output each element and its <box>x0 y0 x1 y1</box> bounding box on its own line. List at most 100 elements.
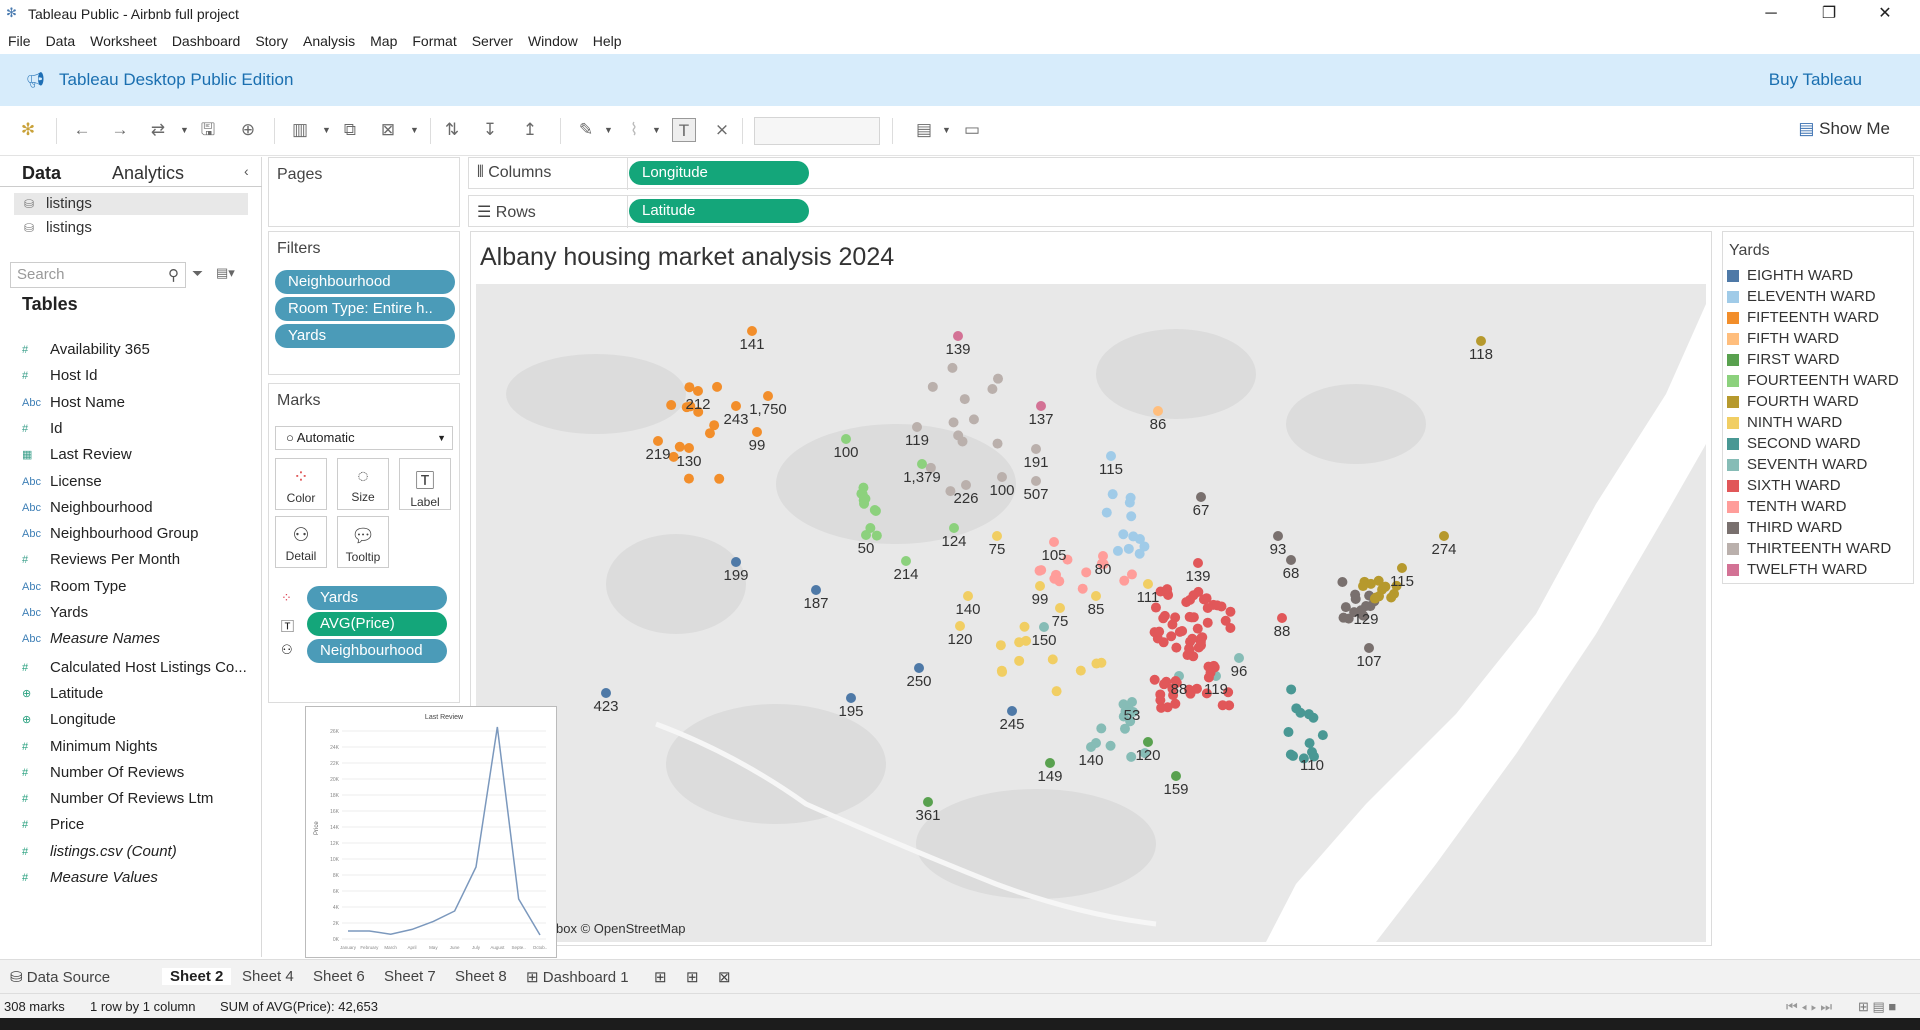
map-point[interactable] <box>1291 703 1302 714</box>
map-point[interactable] <box>912 422 922 432</box>
field-item[interactable]: # Measure Values <box>0 866 262 890</box>
map-point[interactable] <box>1101 507 1112 518</box>
sort-descending-icon[interactable]: ↥ <box>518 118 542 142</box>
map-point[interactable] <box>841 434 851 444</box>
map-point[interactable] <box>1007 706 1017 716</box>
field-item[interactable]: # Calculated Host Listings Co... <box>0 656 262 680</box>
show-me-button[interactable]: ▤ Show Me <box>1798 119 1890 139</box>
map-point[interactable] <box>947 362 958 373</box>
map-point[interactable] <box>1031 444 1041 454</box>
map-point[interactable] <box>1308 712 1319 723</box>
map-point[interactable] <box>1036 401 1046 411</box>
map-point[interactable] <box>957 436 968 447</box>
restore-icon[interactable]: ❐ <box>1806 0 1852 28</box>
collapse-pane-icon[interactable]: ‹ <box>244 163 249 179</box>
field-item[interactable]: # Number Of Reviews <box>0 761 262 785</box>
map-point[interactable] <box>1193 558 1203 568</box>
highlight-icon[interactable]: ✎ <box>574 118 598 142</box>
map-point[interactable] <box>1397 563 1407 573</box>
map-point[interactable] <box>914 663 924 673</box>
map-point[interactable] <box>1205 667 1216 678</box>
field-item[interactable]: # Minimum Nights <box>0 735 262 759</box>
map-point[interactable] <box>1081 567 1092 578</box>
tab-sheet-8[interactable]: Sheet 8 <box>455 968 507 985</box>
swap-rows-columns-icon[interactable]: ⇅ <box>440 118 464 142</box>
legend-item[interactable]: TENTH WARD <box>1727 497 1846 517</box>
tab-analytics[interactable]: Analytics <box>112 163 184 184</box>
map-point[interactable] <box>653 436 663 446</box>
menu-help[interactable]: Help <box>593 33 622 49</box>
marks-pill-neighbourhood[interactable]: Neighbourhood <box>307 639 447 663</box>
map-point[interactable] <box>1096 723 1107 734</box>
map-point[interactable] <box>763 391 773 401</box>
map-point[interactable] <box>1273 531 1283 541</box>
map-point[interactable] <box>1191 683 1202 694</box>
map-point[interactable] <box>1192 623 1203 634</box>
map-point[interactable] <box>1369 593 1380 604</box>
map-point[interactable] <box>1049 537 1059 547</box>
map-point[interactable] <box>1225 606 1236 617</box>
size-button[interactable]: ◌ Size <box>337 458 389 510</box>
menu-window[interactable]: Window <box>528 33 578 49</box>
minimize-icon[interactable]: ─ <box>1748 0 1794 28</box>
map-point[interactable] <box>1047 654 1058 665</box>
tableau-logo-icon[interactable]: ✻ <box>16 118 40 142</box>
tab-data[interactable]: Data <box>22 163 61 184</box>
new-worksheet-tab-icon[interactable]: ⊞ <box>654 968 667 986</box>
map-point[interactable] <box>1340 602 1351 613</box>
map-point[interactable] <box>1105 740 1116 751</box>
map-point[interactable] <box>1153 406 1163 416</box>
map-point[interactable] <box>1220 615 1231 626</box>
map-point[interactable] <box>1162 584 1173 595</box>
filter-fields-icon[interactable]: ⏷ <box>192 265 203 282</box>
map-point[interactable] <box>858 482 869 493</box>
map-point[interactable] <box>1317 730 1328 741</box>
legend-item[interactable]: SIXTH WARD <box>1727 476 1841 496</box>
map-point[interactable] <box>992 531 1002 541</box>
menu-format[interactable]: Format <box>412 33 456 49</box>
map-point[interactable] <box>993 373 1004 384</box>
map-point[interactable] <box>959 394 970 405</box>
map-point[interactable] <box>1386 592 1397 603</box>
map-point[interactable] <box>1039 622 1049 632</box>
tab-sheet-4[interactable]: Sheet 4 <box>242 968 294 985</box>
fit-dropdown[interactable] <box>754 117 880 145</box>
tab-sheet-2[interactable]: Sheet 2 <box>162 968 232 985</box>
map-point[interactable] <box>712 381 723 392</box>
fix-axes-icon[interactable]: ⨯ <box>710 118 734 142</box>
tooltip-button[interactable]: 💬︎ Tooltip <box>337 516 389 568</box>
map-point[interactable] <box>1171 642 1182 653</box>
tab-dashboard-1[interactable]: ⊞ Dashboard 1 <box>526 968 629 986</box>
close-icon[interactable]: ✕ <box>1862 0 1908 28</box>
map-point[interactable] <box>1277 613 1287 623</box>
map-point[interactable] <box>869 504 880 515</box>
menu-server[interactable]: Server <box>472 33 513 49</box>
map-point[interactable] <box>1364 643 1374 653</box>
map-point[interactable] <box>865 523 876 534</box>
field-item[interactable]: ▦ Last Review <box>0 443 262 467</box>
legend-item[interactable]: FIFTH WARD <box>1727 329 1839 349</box>
map-point[interactable] <box>1091 591 1101 601</box>
rows-shelf[interactable]: ☰ Rows Latitude <box>468 195 1914 228</box>
legend-item[interactable]: NINTH WARD <box>1727 413 1842 433</box>
map-point[interactable] <box>995 640 1006 651</box>
map-point[interactable] <box>1286 555 1296 565</box>
detail-button[interactable]: ⚇ Detail <box>275 516 327 568</box>
map-point[interactable] <box>1123 543 1134 554</box>
map-point[interactable] <box>709 420 720 431</box>
map-point[interactable] <box>752 427 762 437</box>
field-item[interactable]: ⊕ Latitude <box>0 682 262 706</box>
save-icon[interactable]: 🖫︎ <box>196 118 220 142</box>
map-canvas[interactable]: 141 139 118 212 2431,750 137 86 219 130 99 100 119 1… <box>476 284 1706 942</box>
map-point[interactable] <box>1055 603 1065 613</box>
map-point[interactable] <box>961 480 971 490</box>
field-item[interactable]: # Id <box>0 417 262 441</box>
map-point[interactable] <box>1096 657 1107 668</box>
map-point[interactable] <box>1054 576 1065 587</box>
field-item[interactable]: Abc Measure Names <box>0 627 262 651</box>
columns-shelf[interactable]: ⫴ Columns Longitude <box>468 157 1914 190</box>
pages-shelf[interactable]: Pages <box>268 157 460 227</box>
map-point[interactable] <box>1171 771 1181 781</box>
map-point[interactable] <box>996 665 1007 676</box>
legend-item[interactable]: SECOND WARD <box>1727 434 1861 454</box>
